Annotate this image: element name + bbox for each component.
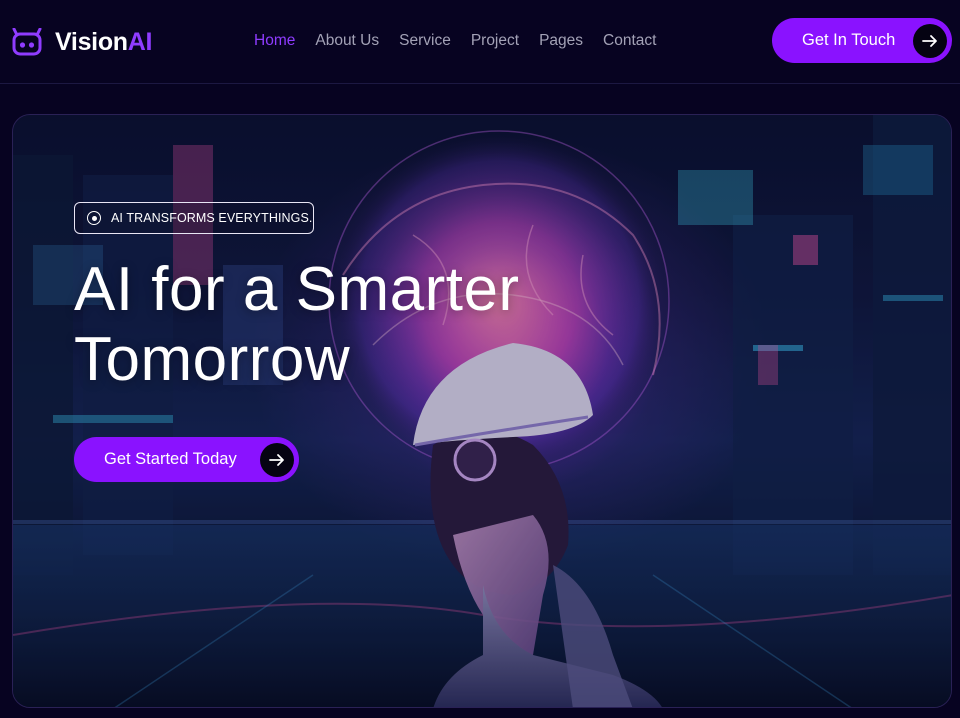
- hero-tag-text: AI TRANSFORMS EVERYTHINGS.: [111, 211, 313, 225]
- arrow-right-icon: [260, 442, 294, 477]
- hero-section: AI TRANSFORMS EVERYTHINGS. AI for a Smar…: [12, 114, 952, 708]
- nav-item-home[interactable]: Home: [254, 32, 295, 49]
- get-in-touch-label: Get In Touch: [802, 31, 896, 49]
- brand-name: VisionAI: [55, 27, 153, 56]
- get-started-button[interactable]: Get Started Today: [74, 437, 299, 482]
- get-in-touch-button[interactable]: Get In Touch: [772, 18, 952, 63]
- nav-item-contact[interactable]: Contact: [603, 32, 656, 49]
- main-nav: Home About Us Service Project Pages Cont…: [254, 30, 656, 52]
- hero-title-line2: Tomorrow: [74, 325, 351, 394]
- robot-icon: [11, 28, 43, 56]
- nav-item-about-us[interactable]: About Us: [315, 32, 379, 49]
- hero-title: AI for a Smarter Tomorrow: [74, 255, 634, 395]
- get-started-label: Get Started Today: [104, 450, 237, 468]
- arrow-right-icon: [913, 23, 947, 58]
- target-icon: [87, 211, 101, 225]
- nav-item-service[interactable]: Service: [399, 32, 451, 49]
- hero-tag: AI TRANSFORMS EVERYTHINGS.: [74, 202, 314, 234]
- brand-logo[interactable]: VisionAI: [11, 26, 152, 58]
- nav-item-project[interactable]: Project: [471, 32, 519, 49]
- nav-item-pages[interactable]: Pages: [539, 32, 583, 49]
- site-header: VisionAI Home About Us Service Project P…: [0, 0, 960, 84]
- hero-title-line1: AI for a Smarter: [74, 255, 520, 324]
